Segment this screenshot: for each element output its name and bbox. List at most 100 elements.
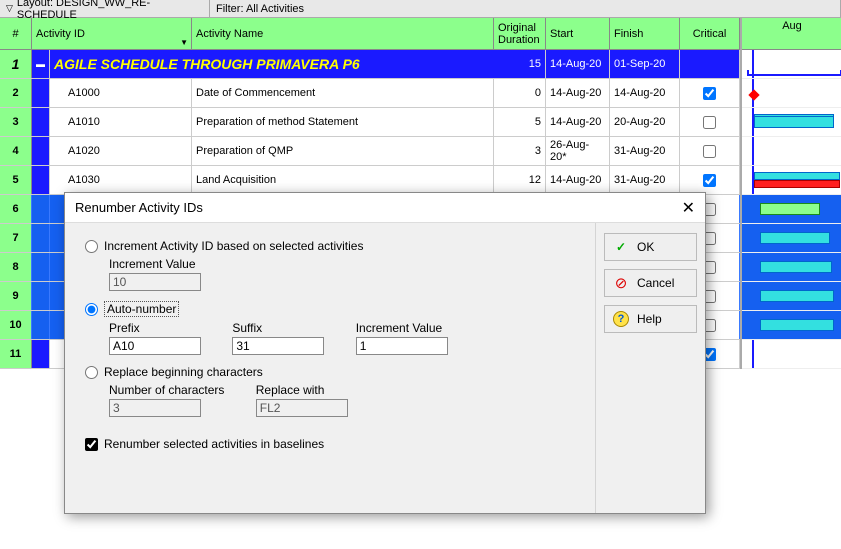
row-number: 10 bbox=[0, 311, 32, 339]
finish-cell[interactable]: 14-Aug-20 bbox=[610, 79, 680, 107]
critical-cell[interactable] bbox=[680, 108, 740, 136]
start-cell[interactable]: 14-Aug-20 bbox=[546, 79, 610, 107]
replacewith-input bbox=[256, 399, 348, 417]
activity-name-cell[interactable]: Preparation of QMP bbox=[192, 137, 494, 165]
baseline-label: Renumber selected activities in baseline… bbox=[104, 437, 324, 451]
option-auto-number[interactable]: Auto-number bbox=[85, 301, 575, 317]
table-row[interactable]: 4A1020Preparation of QMP326-Aug-20*31-Au… bbox=[0, 137, 740, 166]
duration-cell[interactable]: 12 bbox=[494, 166, 546, 194]
critical-checkbox[interactable] bbox=[703, 87, 716, 100]
close-icon[interactable]: ✕ bbox=[682, 198, 695, 218]
finish-cell[interactable]: 31-Aug-20 bbox=[610, 166, 680, 194]
critical-cell[interactable] bbox=[680, 79, 740, 107]
critical-checkbox[interactable] bbox=[703, 174, 716, 187]
gantt-panel[interactable]: Aug bbox=[742, 18, 841, 369]
group-finish: 01-Sep-20 bbox=[610, 50, 680, 78]
group-crit bbox=[680, 50, 740, 78]
task-bar[interactable] bbox=[754, 172, 840, 180]
cancel-icon: ⊘ bbox=[613, 275, 629, 291]
col-finish[interactable]: Finish bbox=[610, 18, 680, 49]
activity-name-cell[interactable]: Preparation of method Statement bbox=[192, 108, 494, 136]
task-bar[interactable] bbox=[760, 203, 820, 215]
start-cell[interactable]: 14-Aug-20 bbox=[546, 166, 610, 194]
table-row[interactable]: 5A1030Land Acquisition1214-Aug-2031-Aug-… bbox=[0, 166, 740, 195]
indent-spacer bbox=[32, 79, 50, 107]
suffix-label: Suffix bbox=[232, 321, 324, 335]
activity-id-cell[interactable]: A1030 bbox=[50, 166, 192, 194]
filter-label: Filter: All Activities bbox=[216, 3, 304, 15]
group-dur: 15 bbox=[494, 50, 546, 78]
activity-id-cell[interactable]: A1020 bbox=[50, 137, 192, 165]
critical-checkbox[interactable] bbox=[703, 116, 716, 129]
task-bar[interactable] bbox=[754, 116, 834, 128]
group-start: 14-Aug-20 bbox=[546, 50, 610, 78]
indent-spacer bbox=[32, 340, 50, 368]
option-replace[interactable]: Replace beginning characters bbox=[85, 365, 575, 379]
indent-spacer bbox=[32, 195, 50, 223]
duration-cell[interactable]: 3 bbox=[494, 137, 546, 165]
duration-cell[interactable]: 0 bbox=[494, 79, 546, 107]
col-critical[interactable]: Critical bbox=[680, 18, 740, 49]
indent-spacer bbox=[32, 311, 50, 339]
start-cell[interactable]: 26-Aug-20* bbox=[546, 137, 610, 165]
cancel-button[interactable]: ⊘ Cancel bbox=[604, 269, 697, 297]
option-increment[interactable]: Increment Activity ID based on selected … bbox=[85, 239, 575, 253]
prefix-label: Prefix bbox=[109, 321, 201, 335]
increment-label: Increment Value bbox=[109, 257, 201, 271]
task-bar[interactable] bbox=[760, 261, 832, 273]
table-row[interactable]: 2A1000Date of Commencement014-Aug-2014-A… bbox=[0, 79, 740, 108]
activity-name-cell[interactable]: Date of Commencement bbox=[192, 79, 494, 107]
replacewith-label: Replace with bbox=[256, 383, 348, 397]
dialog-title: Renumber Activity IDs bbox=[75, 200, 203, 215]
indent-spacer bbox=[32, 282, 50, 310]
radio-increment[interactable] bbox=[85, 240, 98, 253]
row-number: 7 bbox=[0, 224, 32, 252]
renumber-dialog: Renumber Activity IDs ✕ Increment Activi… bbox=[64, 192, 706, 514]
layout-dropdown[interactable]: ▽ Layout: DESIGN_WW_RE-SCHEDULE bbox=[0, 0, 210, 17]
finish-cell[interactable]: 20-Aug-20 bbox=[610, 108, 680, 136]
row-number: 1 bbox=[0, 50, 32, 78]
filter-label-cell: Filter: All Activities bbox=[210, 0, 841, 17]
col-start[interactable]: Start bbox=[546, 18, 610, 49]
radio-replace[interactable] bbox=[85, 366, 98, 379]
task-bar[interactable] bbox=[760, 319, 834, 331]
row-number: 11 bbox=[0, 340, 32, 368]
duration-cell[interactable]: 5 bbox=[494, 108, 546, 136]
activity-id-cell[interactable]: A1010 bbox=[50, 108, 192, 136]
activity-name-cell[interactable]: Land Acquisition bbox=[192, 166, 494, 194]
col-num[interactable]: # bbox=[0, 18, 32, 49]
milestone-icon bbox=[748, 89, 759, 100]
increment2-input[interactable] bbox=[356, 337, 448, 355]
critical-checkbox[interactable] bbox=[703, 145, 716, 158]
start-cell[interactable]: 14-Aug-20 bbox=[546, 108, 610, 136]
dialog-titlebar[interactable]: Renumber Activity IDs ✕ bbox=[65, 193, 705, 223]
radio-auto-number[interactable] bbox=[85, 303, 98, 316]
col-activity-id[interactable]: Activity ID ▼ bbox=[32, 18, 192, 49]
suffix-input[interactable] bbox=[232, 337, 324, 355]
increment2-label: Increment Value bbox=[356, 321, 448, 335]
activity-id-cell[interactable]: A1000 bbox=[50, 79, 192, 107]
collapse-icon[interactable]: ▬ bbox=[32, 50, 50, 78]
task-bar[interactable] bbox=[760, 232, 830, 244]
chevron-down-icon: ▽ bbox=[6, 3, 13, 14]
sort-asc-icon: ▼ bbox=[180, 38, 188, 47]
critical-cell[interactable] bbox=[680, 137, 740, 165]
help-button[interactable]: ? Help bbox=[604, 305, 697, 333]
group-title-row[interactable]: 1 ▬ AGILE SCHEDULE THROUGH PRIMAVERA P6 … bbox=[0, 50, 740, 79]
prefix-input[interactable] bbox=[109, 337, 201, 355]
baseline-checkbox[interactable] bbox=[85, 438, 98, 451]
table-row[interactable]: 3A1010Preparation of method Statement514… bbox=[0, 108, 740, 137]
col-duration[interactable]: Original Duration bbox=[494, 18, 546, 49]
ok-button[interactable]: ✓ OK bbox=[604, 233, 697, 261]
task-bar[interactable] bbox=[760, 290, 834, 302]
baseline-checkbox-row[interactable]: Renumber selected activities in baseline… bbox=[85, 437, 575, 451]
finish-cell[interactable]: 31-Aug-20 bbox=[610, 137, 680, 165]
critical-bar[interactable] bbox=[754, 180, 840, 188]
indent-spacer bbox=[32, 108, 50, 136]
indent-spacer bbox=[32, 253, 50, 281]
critical-cell[interactable] bbox=[680, 166, 740, 194]
summary-bar bbox=[747, 70, 841, 76]
row-number: 2 bbox=[0, 79, 32, 107]
col-activity-name[interactable]: Activity Name bbox=[192, 18, 494, 49]
indent-spacer bbox=[32, 224, 50, 252]
